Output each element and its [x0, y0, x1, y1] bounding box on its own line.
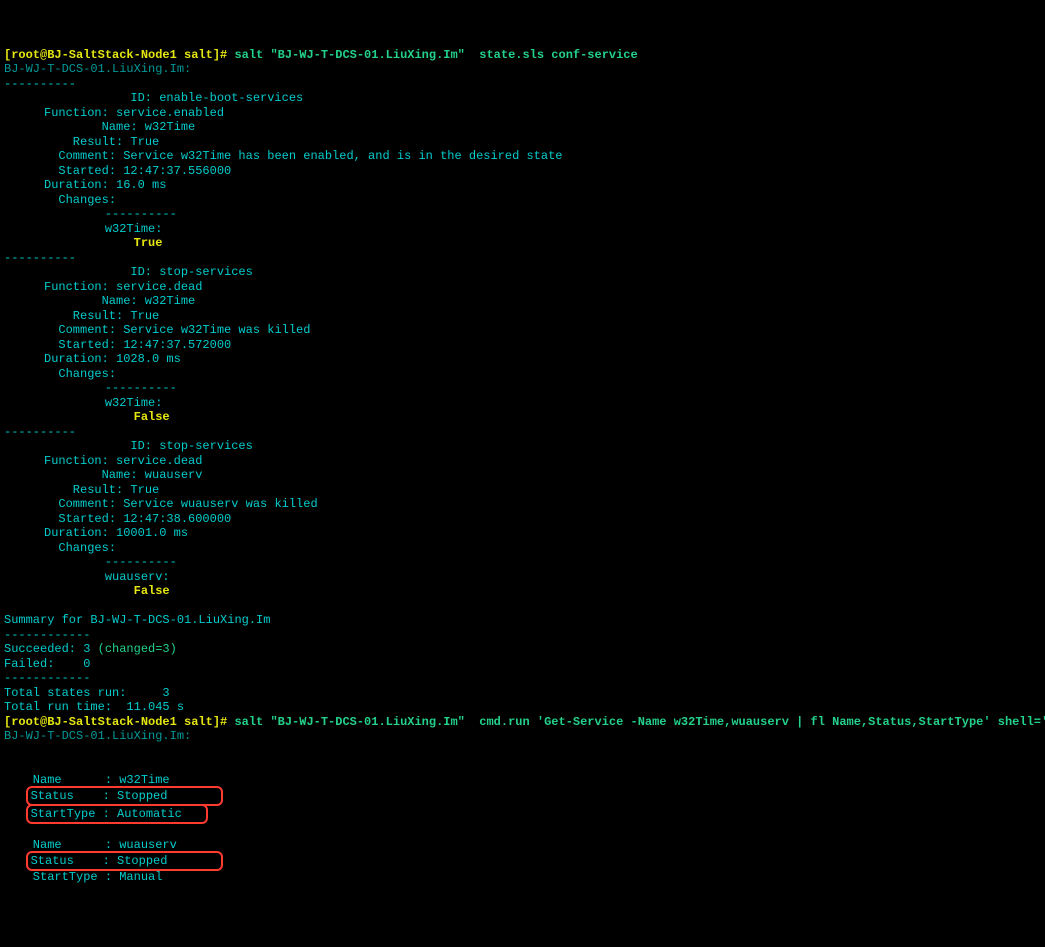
shell-prompt[interactable]: [root@BJ-SaltStack-Node1 salt]# [4, 715, 234, 729]
shell-prompt[interactable]: [root@BJ-SaltStack-Node1 salt]# [4, 48, 234, 62]
state-result: Result: True [4, 483, 1045, 498]
state-function: Function: service.dead [4, 454, 1045, 469]
changes-sep: ---------- [4, 381, 1045, 396]
summary-header: Summary for BJ-WJ-T-DCS-01.LiuXing.Im [4, 613, 1045, 628]
state-result: Result: True [4, 309, 1045, 324]
total-time: Total run time: 11.045 s [4, 700, 1045, 715]
total-states: Total states run: 3 [4, 686, 1045, 701]
separator: ---------- [4, 251, 1045, 266]
change-value: False [4, 584, 1045, 599]
state-changes-label: Changes: [4, 367, 1045, 382]
terminal-output: [root@BJ-SaltStack-Node1 salt]# salt "BJ… [4, 48, 1045, 885]
ps-status-row: Status : Stopped [4, 852, 1045, 870]
state-id: ID: enable-boot-services [4, 91, 1045, 106]
state-started: Started: 12:47:38.600000 [4, 512, 1045, 527]
summary-succeeded: Succeeded: 3 (changed=3) [4, 642, 1045, 657]
change-key: wuauserv: [4, 570, 1045, 585]
command-text: salt "BJ-WJ-T-DCS-01.LiuXing.Im" state.s… [234, 48, 637, 62]
separator: ---------- [4, 77, 1045, 92]
state-started: Started: 12:47:37.556000 [4, 164, 1045, 179]
changes-sep: ---------- [4, 207, 1045, 222]
change-key: w32Time: [4, 396, 1045, 411]
change-key: w32Time: [4, 222, 1045, 237]
state-comment: Comment: Service w32Time was killed [4, 323, 1045, 338]
state-function: Function: service.enabled [4, 106, 1045, 121]
ps-name-row: Name : wuauserv [4, 838, 1045, 853]
summary-failed: Failed: 0 [4, 657, 1045, 672]
state-name: Name: w32Time [4, 120, 1045, 135]
state-duration: Duration: 1028.0 ms [4, 352, 1045, 367]
separator: ------------ [4, 628, 1045, 643]
ps-starttype-row: StartType : Manual [4, 870, 1045, 885]
state-duration: Duration: 16.0 ms [4, 178, 1045, 193]
state-duration: Duration: 10001.0 ms [4, 526, 1045, 541]
state-id: ID: stop-services [4, 439, 1045, 454]
state-changes-label: Changes: [4, 541, 1045, 556]
separator: ------------ [4, 671, 1045, 686]
state-changes-label: Changes: [4, 193, 1045, 208]
change-value: False [4, 410, 1045, 425]
state-function: Function: service.dead [4, 280, 1045, 295]
minion-name: BJ-WJ-T-DCS-01.LiuXing.Im: [4, 729, 1045, 744]
state-started: Started: 12:47:37.572000 [4, 338, 1045, 353]
minion-name: BJ-WJ-T-DCS-01.LiuXing.Im: [4, 62, 1045, 77]
state-id: ID: stop-services [4, 265, 1045, 280]
state-result: Result: True [4, 135, 1045, 150]
ps-status-row: Status : Stopped [4, 787, 1045, 805]
state-comment: Comment: Service wuauserv was killed [4, 497, 1045, 512]
ps-name-row: Name : w32Time [4, 773, 1045, 788]
command-text: salt "BJ-WJ-T-DCS-01.LiuXing.Im" cmd.run… [234, 715, 1045, 729]
changes-sep: ---------- [4, 555, 1045, 570]
separator: ---------- [4, 425, 1045, 440]
state-comment: Comment: Service w32Time has been enable… [4, 149, 1045, 164]
state-name: Name: w32Time [4, 294, 1045, 309]
change-value: True [4, 236, 1045, 251]
state-name: Name: wuauserv [4, 468, 1045, 483]
ps-starttype-row: StartType : Automatic [4, 805, 1045, 823]
